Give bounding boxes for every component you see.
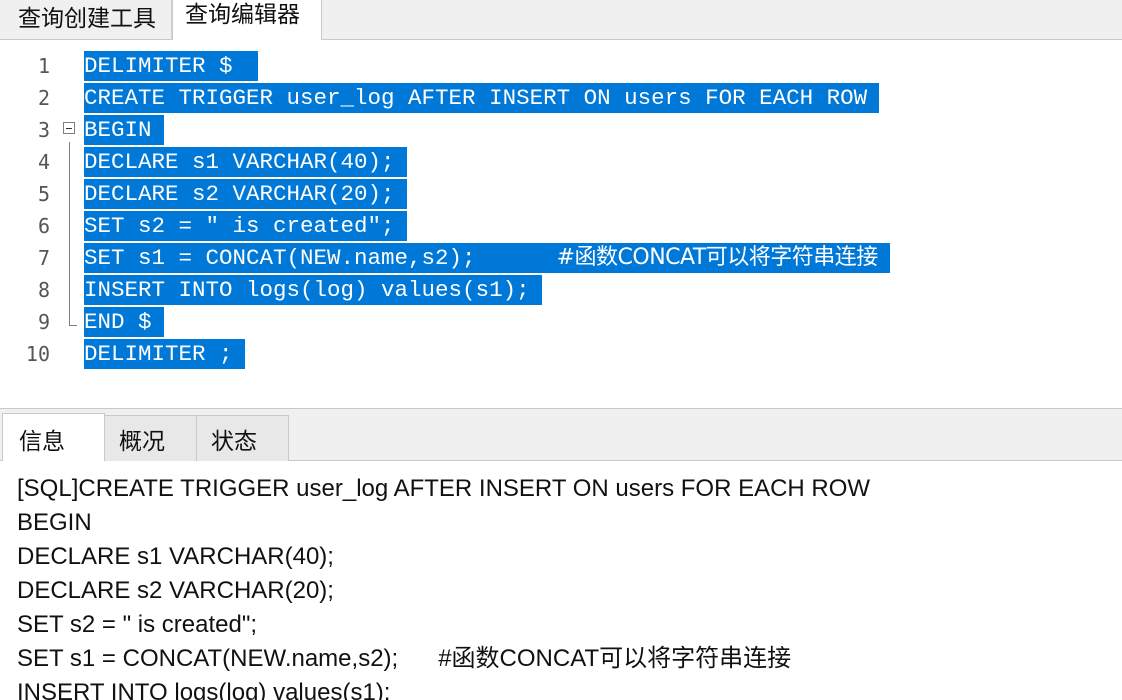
code-line[interactable]: 6 SET s2 = " is created"; [0,210,1122,242]
message-panel[interactable]: [SQL]CREATE TRIGGER user_log AFTER INSER… [0,461,1122,700]
code-text[interactable]: SET s1 = CONCAT(NEW.name,s2); #函数CONCAT可… [84,243,890,273]
code-line[interactable]: 1 DELIMITER $ [0,50,1122,82]
code-line[interactable]: 7 SET s1 = CONCAT(NEW.name,s2); #函数CONCA… [0,242,1122,274]
top-tab-bar: 查询创建工具 查询编辑器 [0,0,1122,41]
line-number: 7 [37,246,50,270]
message-line: BEGIN [17,509,92,536]
code-text[interactable]: DECLARE s2 VARCHAR(20); [84,179,407,209]
tab-info[interactable]: 信息 [2,413,105,461]
fold-guide-line [69,142,70,325]
message-line: [SQL]CREATE TRIGGER user_log AFTER INSER… [17,475,871,502]
code-text[interactable]: SET s2 = " is created"; [84,211,407,241]
line-number: 2 [37,86,50,110]
query-window: 查询创建工具 查询编辑器 1 DELIMITER $ 2 CREATE TRIG… [0,0,1122,700]
code-line[interactable]: 3 BEGIN [0,114,1122,146]
code-line[interactable]: 9 END $ [0,306,1122,338]
code-line[interactable]: 8 INSERT INTO logs(log) values(s1); [0,274,1122,306]
code-line[interactable]: 10 DELIMITER ; [0,338,1122,370]
line-number: 6 [37,214,50,238]
tab-query-builder[interactable]: 查询创建工具 [6,0,172,40]
code-comment: #函数CONCAT可以将字符串连接 [556,245,879,270]
message-line: DECLARE s2 VARCHAR(20); [17,577,334,604]
code-text[interactable]: CREATE TRIGGER user_log AFTER INSERT ON … [84,83,880,113]
code-text[interactable]: DELIMITER $ [84,51,259,81]
message-line: SET s1 = CONCAT(NEW.name,s2); #函数CONCAT可… [17,645,792,672]
code-text[interactable]: END $ [84,307,164,337]
fold-collapse-icon[interactable] [63,122,75,134]
code-line[interactable]: 2 CREATE TRIGGER user_log AFTER INSERT O… [0,82,1122,114]
code-line[interactable]: 5 DECLARE s2 VARCHAR(20); [0,178,1122,210]
line-number: 4 [37,150,50,174]
code-text[interactable]: DELIMITER ; [84,339,245,369]
tab-overview[interactable]: 概况 [105,415,197,462]
code-statement: SET s1 = CONCAT(NEW.name,s2); [84,245,557,271]
message-line: INSERT INTO logs(log) values(s1); [17,679,391,700]
message-line: SET s2 = " is created"; [17,611,258,638]
line-number: 3 [37,118,50,142]
result-tab-bar: 信息 概况 状态 [0,408,1122,462]
line-number: 5 [37,182,50,206]
code-text[interactable]: INSERT INTO logs(log) values(s1); [84,275,542,305]
line-number: 9 [37,310,50,334]
code-text[interactable]: BEGIN [84,115,164,145]
line-number: 8 [37,278,50,302]
line-number: 1 [37,54,50,78]
fold-guide-end [69,325,77,326]
code-line[interactable]: 4 DECLARE s1 VARCHAR(40); [0,146,1122,178]
line-number: 10 [25,342,50,366]
sql-editor[interactable]: 1 DELIMITER $ 2 CREATE TRIGGER user_log … [0,40,1122,408]
tab-status[interactable]: 状态 [197,415,289,462]
code-text[interactable]: DECLARE s1 VARCHAR(40); [84,147,407,177]
tab-query-editor[interactable]: 查询编辑器 [172,0,322,41]
message-line: DECLARE s1 VARCHAR(40); [17,543,334,570]
